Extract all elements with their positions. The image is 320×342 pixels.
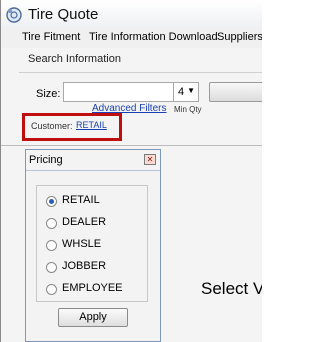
radio-dealer[interactable] [46, 218, 57, 229]
radio-label-dealer: DEALER [62, 216, 107, 228]
window-title: Tire Quote [28, 6, 99, 23]
radio-label-whsle: WHSLE [62, 238, 102, 250]
select-prompt-text: Select V [201, 279, 262, 298]
pricing-title-divider [26, 170, 160, 171]
menu-tire-fitment[interactable]: Tire Fitment [22, 31, 80, 43]
size-label: Size: [36, 88, 61, 100]
radio-label-jobber: JOBBER [62, 260, 107, 272]
search-information-label: Search Information [28, 53, 121, 65]
radio-whsle[interactable] [46, 240, 57, 251]
min-qty-label: Min Qty [174, 105, 202, 114]
chevron-down-icon: ▼ [187, 86, 195, 95]
menu-tire-information-download[interactable]: Tire Information Download [89, 31, 218, 43]
radio-label-employee: EMPLOYEE [62, 282, 123, 294]
menu-bar: Tire Fitment Tire Information Download S… [1, 28, 262, 48]
pricing-options-box: RETAIL DEALER WHSLE JOBBER EMPLOYEE [36, 185, 148, 302]
pricing-title: Pricing [29, 154, 63, 166]
quantity-select[interactable]: 4 ▼ [173, 82, 199, 102]
section-divider [1, 145, 262, 146]
radio-retail[interactable] [46, 196, 57, 207]
app-icon [6, 7, 22, 23]
radio-jobber[interactable] [46, 262, 57, 273]
group-divider [19, 72, 262, 73]
menu-suppliers[interactable]: Suppliers [217, 31, 262, 43]
radio-label-retail: RETAIL [62, 194, 100, 206]
apply-button[interactable]: Apply [58, 308, 128, 327]
pricing-dialog: Pricing ✕ RETAIL DEALER WHSLE JOBBER EMP… [25, 149, 161, 342]
title-bar: Tire Quote [1, 0, 262, 28]
search-button[interactable] [209, 82, 262, 102]
quantity-value: 4 [178, 86, 185, 98]
highlight-box [22, 113, 122, 141]
radio-employee[interactable] [46, 284, 57, 295]
tire-quote-window: Tire Quote Tire Fitment Tire Information… [0, 0, 262, 342]
size-input[interactable] [63, 82, 183, 102]
close-icon[interactable]: ✕ [144, 154, 156, 165]
